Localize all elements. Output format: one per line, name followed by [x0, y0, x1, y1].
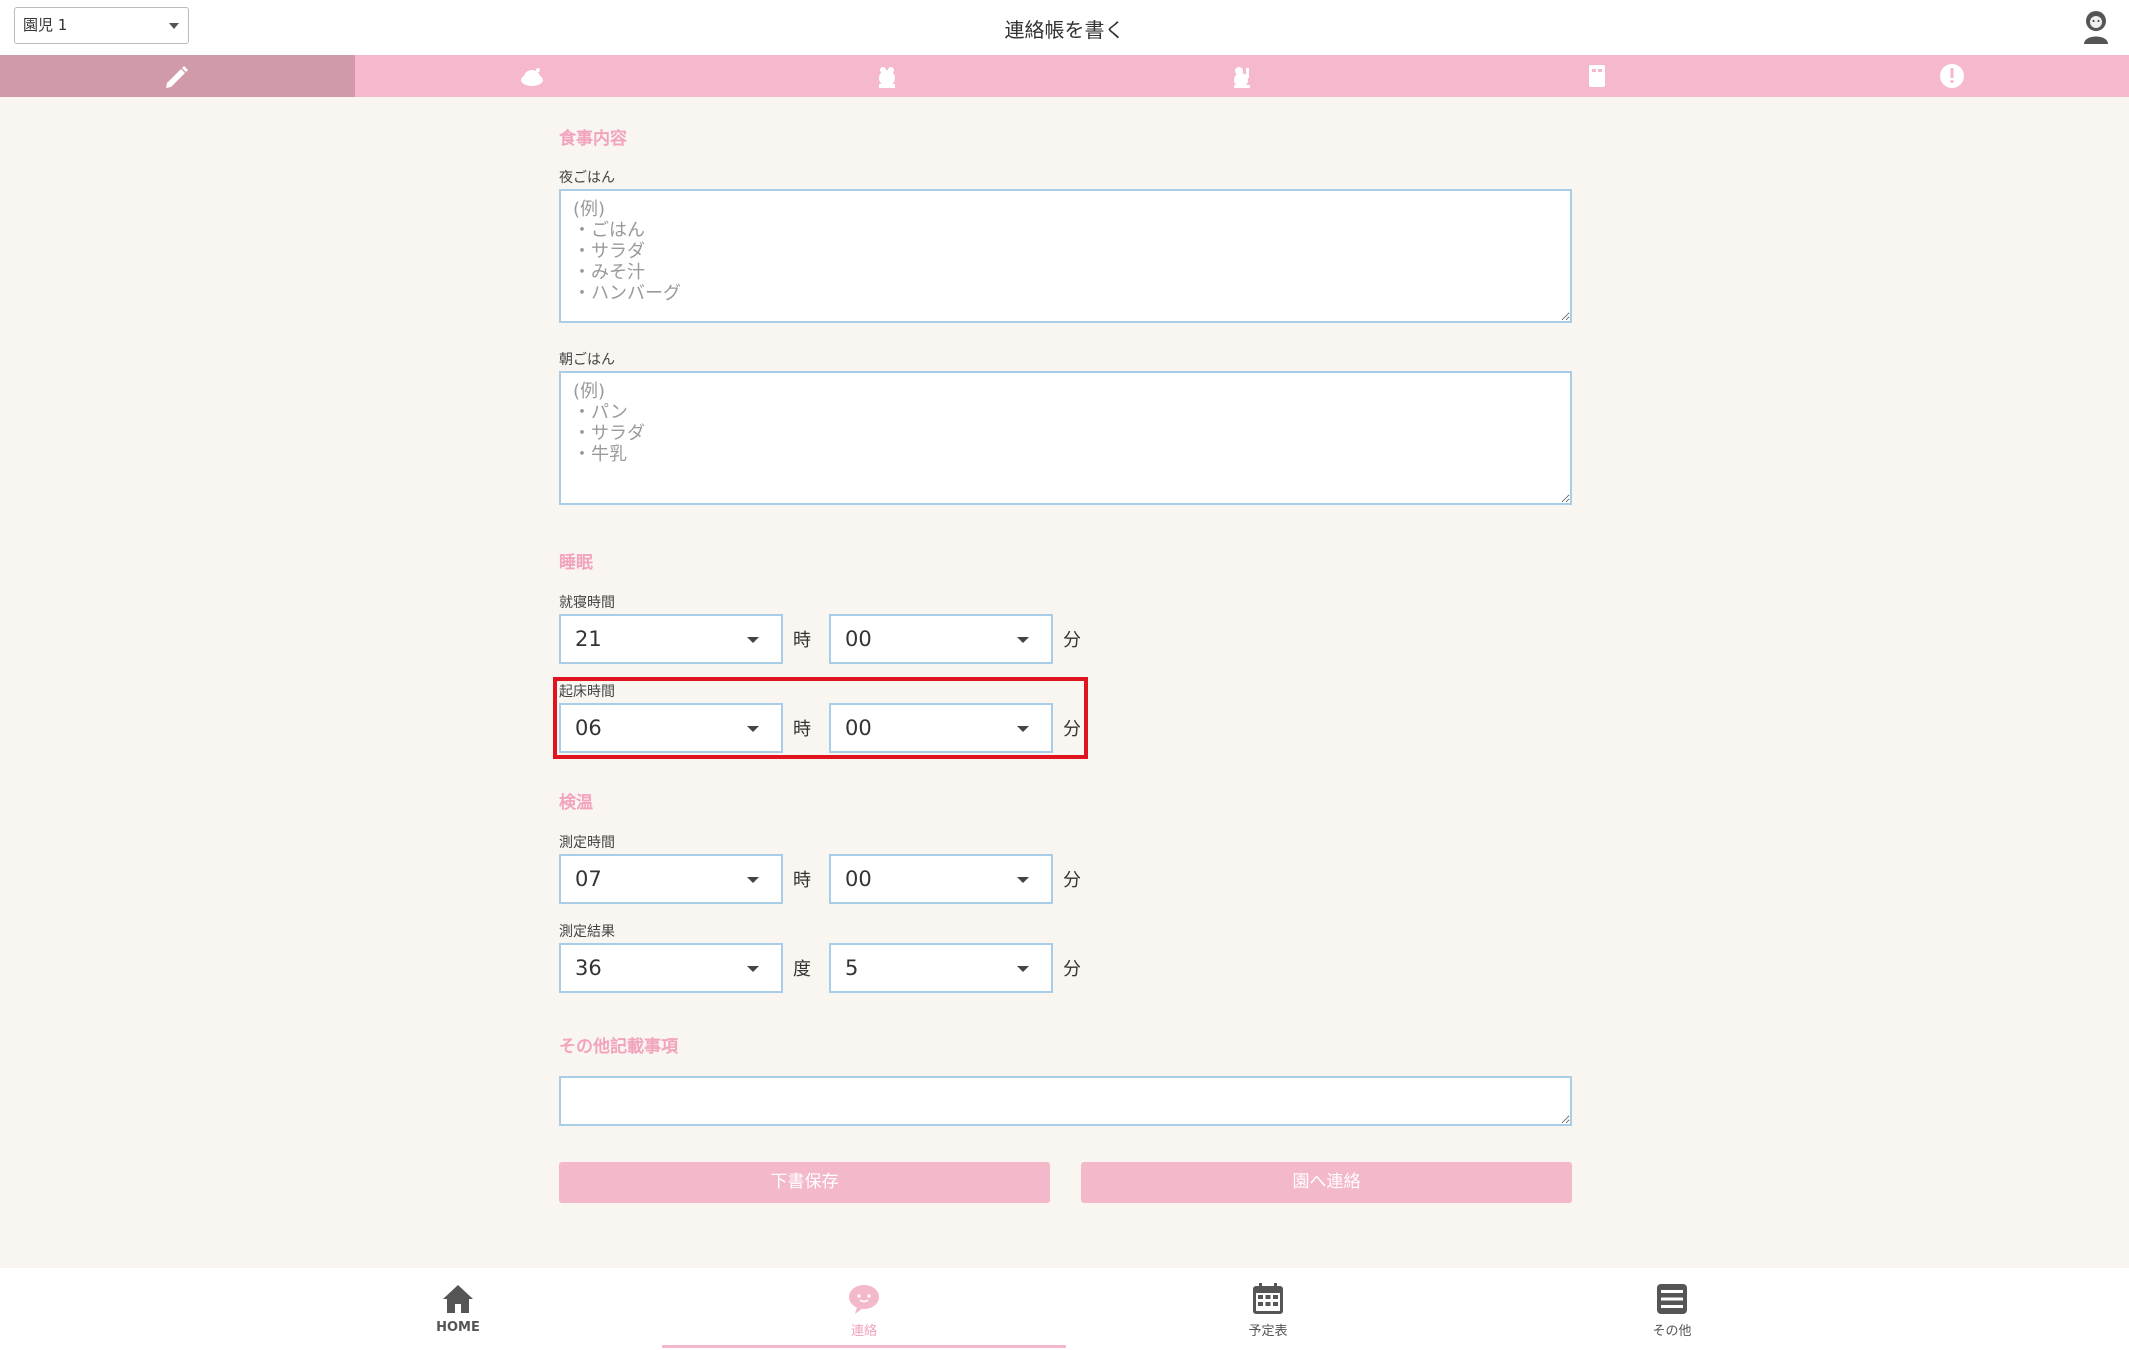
temperature-degree-select[interactable]: 36	[559, 943, 783, 993]
temperature-section-title: 検温	[559, 793, 593, 813]
breakfast-textarea[interactable]	[559, 371, 1572, 505]
measure-hour-value: 07	[575, 867, 602, 891]
degree-unit: 度	[793, 959, 811, 980]
nav-schedule[interactable]: 予定表	[1066, 1268, 1470, 1350]
dinner-textarea[interactable]	[559, 189, 1572, 323]
home-icon	[443, 1285, 473, 1313]
hour-unit: 時	[793, 630, 811, 651]
tab-alert[interactable]	[1774, 55, 2129, 97]
calendar-icon	[1253, 1283, 1283, 1314]
minute-unit: 分	[1063, 630, 1081, 651]
measure-hour-select[interactable]: 07	[559, 854, 783, 904]
top-bar: 園児 1 連絡帳を書く	[0, 0, 2129, 55]
dinner-label: 夜ごはん	[559, 170, 615, 186]
page-title: 連絡帳を書く	[1004, 18, 1125, 42]
tab-meal[interactable]	[355, 55, 710, 97]
sleep-icon	[879, 67, 896, 88]
bottom-nav: HOME 連絡 予定表 その他	[0, 1268, 2129, 1350]
hour-unit: 時	[793, 870, 811, 891]
bedtime-minute-select[interactable]: 00	[829, 614, 1053, 664]
other-section-title: その他記載事項	[559, 1037, 678, 1057]
nav-schedule-label: 予定表	[1248, 1324, 1288, 1339]
temperature-degree-value: 36	[575, 956, 602, 980]
chevron-down-icon	[747, 877, 759, 883]
temperature-decimal-select[interactable]: 5	[829, 943, 1053, 993]
menu-icon	[1657, 1284, 1687, 1314]
measure-time-label: 測定時間	[559, 835, 615, 851]
nav-home[interactable]: HOME	[256, 1268, 660, 1350]
thermometer-icon	[1233, 67, 1250, 88]
tab-sleep[interactable]	[710, 55, 1065, 97]
chevron-down-icon	[1017, 966, 1029, 972]
bedtime-minute-value: 00	[845, 627, 872, 651]
measure-minute-value: 00	[845, 867, 872, 891]
bedtime-hour-select[interactable]: 21	[559, 614, 783, 664]
nav-home-label: HOME	[436, 1320, 480, 1335]
note-icon	[1588, 65, 1605, 87]
measure-minute-select[interactable]: 00	[829, 854, 1053, 904]
meal-icon	[521, 68, 544, 86]
tab-temperature[interactable]	[1064, 55, 1419, 97]
profile-icon[interactable]	[2081, 10, 2111, 44]
other-notes-textarea[interactable]	[559, 1076, 1572, 1126]
sleep-section-title: 睡眠	[559, 553, 593, 573]
category-tab-bar	[0, 55, 2129, 97]
chevron-down-icon	[1017, 637, 1029, 643]
nav-other-label: その他	[1652, 1324, 1692, 1339]
tab-notes[interactable]	[1419, 55, 1774, 97]
chevron-down-icon	[747, 966, 759, 972]
breakfast-label: 朝ごはん	[559, 352, 615, 368]
minute-unit: 分	[1063, 959, 1081, 980]
temperature-decimal-value: 5	[845, 956, 859, 980]
bedtime-hour-value: 21	[575, 627, 602, 651]
measure-result-label: 測定結果	[559, 924, 615, 940]
chat-icon	[849, 1285, 879, 1314]
alert-icon	[1939, 64, 1964, 88]
nav-contact-label: 連絡	[850, 1324, 877, 1339]
save-draft-button[interactable]: 下書保存	[559, 1162, 1050, 1203]
nav-other[interactable]: その他	[1470, 1268, 1874, 1350]
tab-contact-write[interactable]	[0, 55, 355, 97]
meal-section-title: 食事内容	[559, 129, 627, 149]
chevron-down-icon	[1017, 877, 1029, 883]
chevron-down-icon	[747, 637, 759, 643]
bedtime-label: 就寝時間	[559, 595, 615, 611]
pencil-icon	[166, 66, 189, 88]
send-to-school-button[interactable]: 園へ連絡	[1081, 1162, 1572, 1203]
nav-contact[interactable]: 連絡	[662, 1268, 1066, 1350]
minute-unit: 分	[1063, 870, 1081, 891]
highlight-box	[553, 677, 1088, 759]
active-nav-indicator	[662, 1345, 1066, 1348]
